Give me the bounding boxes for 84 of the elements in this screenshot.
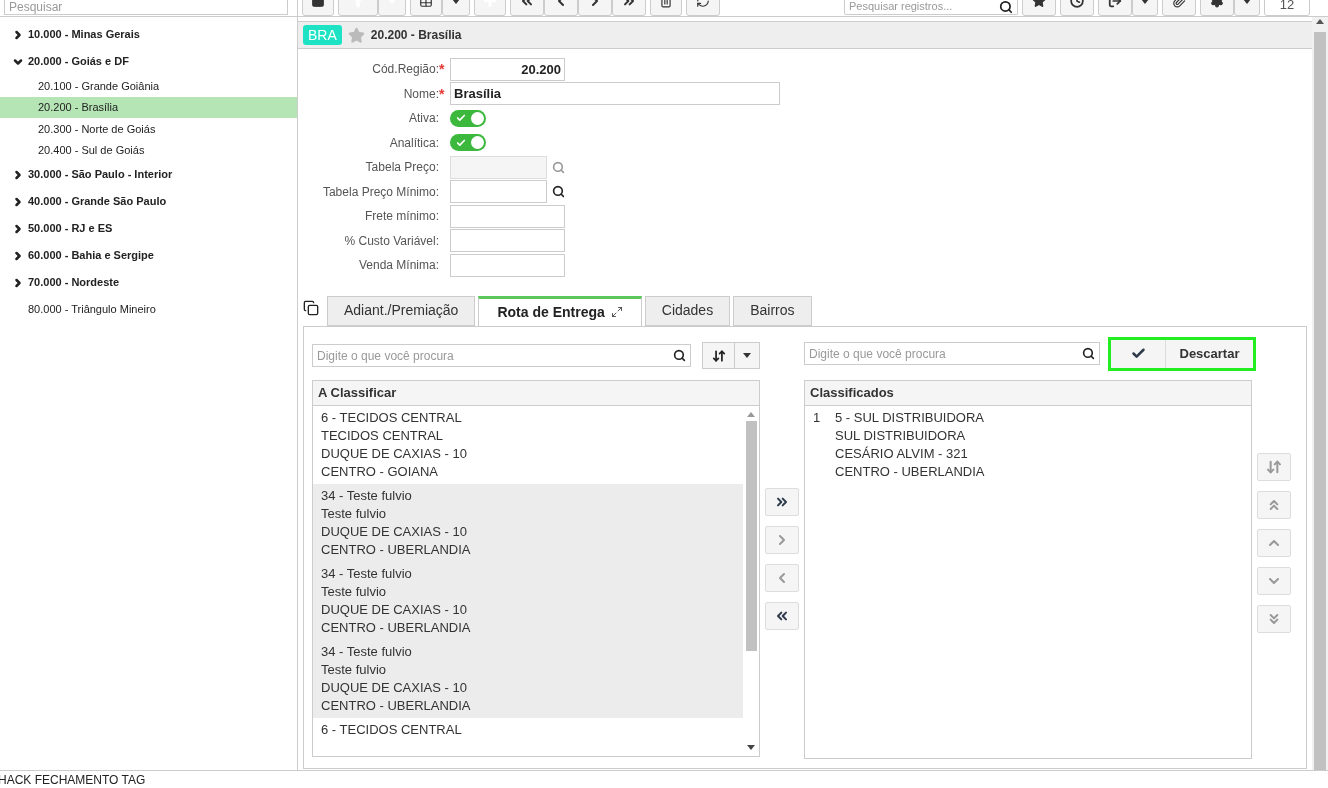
- tree-item[interactable]: 20.000 - Goiás e DF: [0, 48, 297, 75]
- tree-item[interactable]: 60.000 - Bahia e Sergipe: [0, 242, 297, 269]
- field-label: Frete mínimo:: [364, 208, 439, 226]
- chevron-right-icon: [12, 28, 24, 41]
- item-index: 1: [813, 408, 822, 427]
- list-item[interactable]: 34 - Teste fulvio Teste fulvio DUQUE DE CAXIAS - 10 CENTRO - UBERLANDIA: [313, 561, 743, 640]
- search-icon: [1082, 347, 1095, 360]
- search-input[interactable]: Digite o que você procura: [317, 346, 673, 365]
- text-field[interactable]: [450, 253, 565, 277]
- chevron-right-icon: [12, 276, 24, 289]
- field-label: % Custo Variável:: [343, 232, 439, 250]
- tab[interactable]: Cidades: [644, 295, 731, 326]
- required-marker: *: [439, 86, 445, 101]
- search-icon: [673, 349, 686, 362]
- search-icon: [999, 0, 1013, 14]
- tree-item[interactable]: 20.300 - Norte de Goiás: [0, 118, 297, 140]
- chevron-right-icon: [12, 168, 24, 181]
- tree-item[interactable]: 20.200 - Brasília: [0, 96, 297, 118]
- tree-item[interactable]: 20.100 - Grande Goiânia: [0, 75, 297, 97]
- star-icon[interactable]: [347, 26, 365, 44]
- list-item[interactable]: 5 - SUL DISTRIBUIDORA SUL DISTRIBUIDORA CESÁRIO ALVIM - 321 CENTRO - UBERLANDIA: [835, 408, 985, 481]
- list-header: Classificados: [805, 380, 1251, 406]
- scrollbar[interactable]: [1312, 17, 1328, 770]
- search-icon[interactable]: [552, 185, 565, 199]
- expand-icon: [610, 306, 623, 318]
- tree-item[interactable]: 80.000 - Triângulo Mineiro: [0, 296, 297, 323]
- tree-item[interactable]: 40.000 - Grande São Paulo: [0, 188, 297, 215]
- chevron-right-icon: [12, 249, 24, 262]
- tab[interactable]: Bairros: [733, 295, 812, 326]
- check-icon: [456, 137, 466, 148]
- record-title: 20.200 - Brasília: [370, 27, 462, 44]
- text-field[interactable]: [450, 204, 565, 228]
- field-label: Nome:: [402, 85, 439, 103]
- list-item[interactable]: 34 - Teste fulvio Teste fulvio DUQUE DE CAXIAS - 10 CENTRO - UBERLANDIA: [313, 639, 743, 718]
- sort-icon: [1266, 458, 1282, 475]
- tab[interactable]: Adiant./Premiação: [327, 295, 476, 326]
- chevron-right-icon: [12, 222, 24, 235]
- toggle-switch[interactable]: [450, 134, 486, 152]
- tree-item[interactable]: 10.000 - Minas Gerais: [0, 21, 297, 48]
- caret-icon: [452, 0, 460, 4]
- search-input[interactable]: Pesquisar registros...: [849, 0, 999, 14]
- caret-icon: [1141, 0, 1149, 4]
- search-field[interactable]: Digite o que você procura: [312, 344, 691, 367]
- search-input[interactable]: Digite o que você procura: [809, 344, 1082, 363]
- field-label: Cód.Região:: [371, 61, 439, 79]
- field-label: Analítica:: [388, 134, 439, 152]
- tree-item[interactable]: 70.000 - Nordeste: [0, 269, 297, 296]
- check-icon: [1130, 346, 1146, 361]
- text-field[interactable]: 20.200: [450, 57, 565, 81]
- check-icon: [456, 113, 466, 124]
- caret-up-icon[interactable]: [747, 411, 755, 417]
- field-label: Venda Mínima:: [357, 257, 439, 275]
- toggle-switch[interactable]: [450, 109, 486, 127]
- tree-item[interactable]: 20.400 - Sul de Goiás: [0, 139, 297, 161]
- caret-icon: [1243, 0, 1251, 4]
- field-label: Tabela Preço:: [364, 159, 439, 177]
- move-button[interactable]: [765, 601, 799, 630]
- list-item[interactable]: 34 - Teste fulvio Teste fulvio DUQUE DE CAXIAS - 10 CENTRO - UBERLANDIA: [313, 483, 743, 562]
- field-label: Ativa:: [408, 110, 439, 128]
- tree-item[interactable]: 50.000 - RJ e ES: [0, 215, 297, 242]
- field-label: Tabela Preço Mínimo:: [321, 183, 439, 201]
- search-field[interactable]: Pesquisar: [4, 0, 288, 15]
- copy-icon[interactable]: [303, 299, 319, 316]
- region-badge: BRA: [303, 25, 342, 45]
- sort-button[interactable]: [702, 342, 735, 369]
- list-header: A Classificar: [313, 380, 759, 406]
- chevron-right-icon: [12, 195, 24, 208]
- caret-up-icon[interactable]: [1316, 19, 1324, 24]
- caret-down-icon[interactable]: [747, 744, 755, 750]
- caret-icon: [743, 353, 751, 358]
- lookup-field[interactable]: [450, 180, 547, 204]
- text-field[interactable]: Brasília: [450, 82, 780, 106]
- sort-menu-button[interactable]: [735, 342, 760, 369]
- move-button[interactable]: [765, 487, 799, 516]
- tree-item[interactable]: 30.000 - São Paulo - Interior: [0, 161, 297, 188]
- discard-button[interactable]: Descartar: [1166, 339, 1253, 368]
- page-size-field[interactable]: 12: [1264, 0, 1310, 16]
- confirm-button[interactable]: [1111, 339, 1166, 368]
- text-field[interactable]: [450, 229, 565, 253]
- required-marker: *: [439, 62, 445, 77]
- search-field[interactable]: Pesquisar registros...: [844, 0, 1018, 15]
- tab[interactable]: Rota de Entrega: [478, 295, 642, 327]
- search-field[interactable]: Digite o que você procura: [804, 342, 1100, 365]
- sort-icon: [711, 348, 726, 363]
